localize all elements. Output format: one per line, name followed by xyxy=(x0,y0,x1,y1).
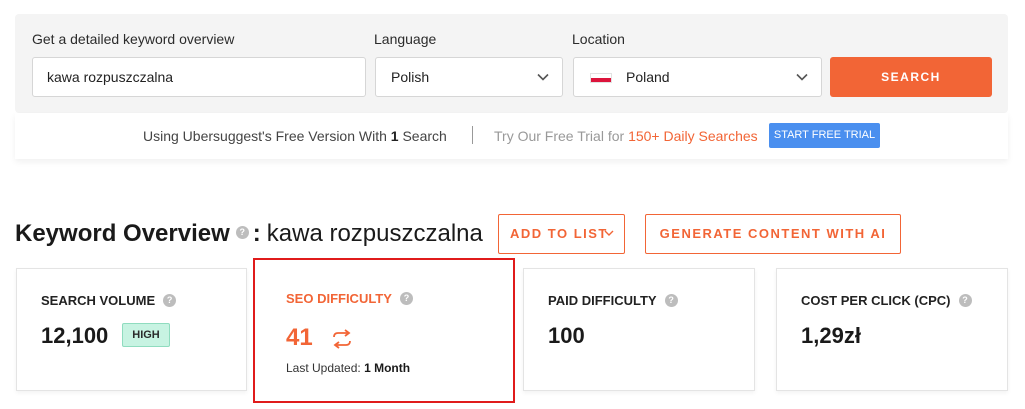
location-label: Location xyxy=(572,31,625,47)
help-icon[interactable]: ? xyxy=(399,292,413,306)
generate-content-ai-button[interactable]: GENERATE CONTENT WITH AI xyxy=(645,214,901,254)
help-icon[interactable]: ? xyxy=(163,294,177,308)
add-to-list-button[interactable]: ADD TO LIST xyxy=(498,214,625,254)
keyword-search-panel: Get a detailed keyword overview Language… xyxy=(15,14,1008,113)
cpc-value: 1,29zł xyxy=(801,323,861,348)
paid-difficulty-label: PAID DIFFICULTY? xyxy=(548,293,678,308)
free-version-suffix: Search xyxy=(402,128,447,144)
language-label: Language xyxy=(374,31,437,47)
add-to-list-label: ADD TO LIST xyxy=(510,226,608,241)
free-version-prefix: Using Ubersuggest's Free Version With xyxy=(143,128,387,144)
help-icon[interactable]: ? xyxy=(664,294,678,308)
last-updated-value: 1 Month xyxy=(364,361,411,375)
refresh-icon[interactable] xyxy=(331,329,353,349)
last-updated: Last Updated: 1 Month xyxy=(286,361,410,375)
cpc-card: COST PER CLICK (CPC)? 1,29zł xyxy=(776,268,1008,391)
poland-flag-icon xyxy=(590,73,612,83)
language-select[interactable]: Polish xyxy=(375,57,563,97)
help-icon[interactable]: ? xyxy=(958,294,972,308)
search-volume-value: 12,100 xyxy=(41,323,109,348)
seo-difficulty-card: SEO DIFFICULTY? 41 Last Updated: 1 Month xyxy=(253,258,515,403)
search-volume-label-text: SEARCH VOLUME xyxy=(41,293,156,308)
cpc-label: COST PER CLICK (CPC)? xyxy=(801,293,972,308)
keyword-label: Get a detailed keyword overview xyxy=(32,31,235,47)
free-search-count: 1 xyxy=(390,128,399,144)
paid-difficulty-value: 100 xyxy=(548,323,585,348)
search-volume-label: SEARCH VOLUME? xyxy=(41,293,177,308)
page-title: Keyword Overview xyxy=(15,220,230,247)
paid-difficulty-label-text: PAID DIFFICULTY xyxy=(548,293,657,308)
seo-difficulty-label: SEO DIFFICULTY? xyxy=(286,291,413,306)
keyword-input[interactable]: kawa rozpuszczalna xyxy=(32,57,366,97)
trial-offer-highlight: 150+ Daily Searches xyxy=(628,128,758,144)
seo-difficulty-label-text: SEO DIFFICULTY xyxy=(286,291,392,306)
trial-offer-prefix: Try Our Free Trial for xyxy=(494,128,625,144)
search-button[interactable]: SEARCH xyxy=(830,57,992,97)
location-value: Poland xyxy=(626,69,670,85)
free-trial-bar: Using Ubersuggest's Free Version With 1 … xyxy=(15,113,1008,159)
trial-separator xyxy=(472,126,473,144)
cpc-label-text: COST PER CLICK (CPC) xyxy=(801,293,951,308)
free-version-text: Using Ubersuggest's Free Version With 1 … xyxy=(143,128,447,144)
trial-offer-text: Try Our Free Trial for 150+ Daily Search… xyxy=(494,128,758,144)
help-icon[interactable]: ? xyxy=(235,226,249,240)
start-free-trial-button[interactable]: START FREE TRIAL xyxy=(769,123,880,148)
chevron-down-icon xyxy=(796,73,808,81)
seo-difficulty-value: 41 xyxy=(286,324,313,351)
heading-colon: : xyxy=(252,220,261,247)
search-volume-card: SEARCH VOLUME? 12,100 HIGH xyxy=(16,268,247,391)
chevron-down-icon xyxy=(604,230,614,236)
volume-level-badge: HIGH xyxy=(122,323,170,347)
last-updated-label: Last Updated: xyxy=(286,361,361,375)
keyword-text: kawa rozpuszczalna xyxy=(266,220,483,247)
language-value: Polish xyxy=(391,69,430,85)
keyword-overview-heading: Keyword Overview?: kawa rozpuszczalna xyxy=(15,220,483,248)
chevron-down-icon xyxy=(537,73,549,81)
paid-difficulty-card: PAID DIFFICULTY? 100 xyxy=(523,268,755,391)
location-select[interactable]: Poland xyxy=(573,57,822,97)
